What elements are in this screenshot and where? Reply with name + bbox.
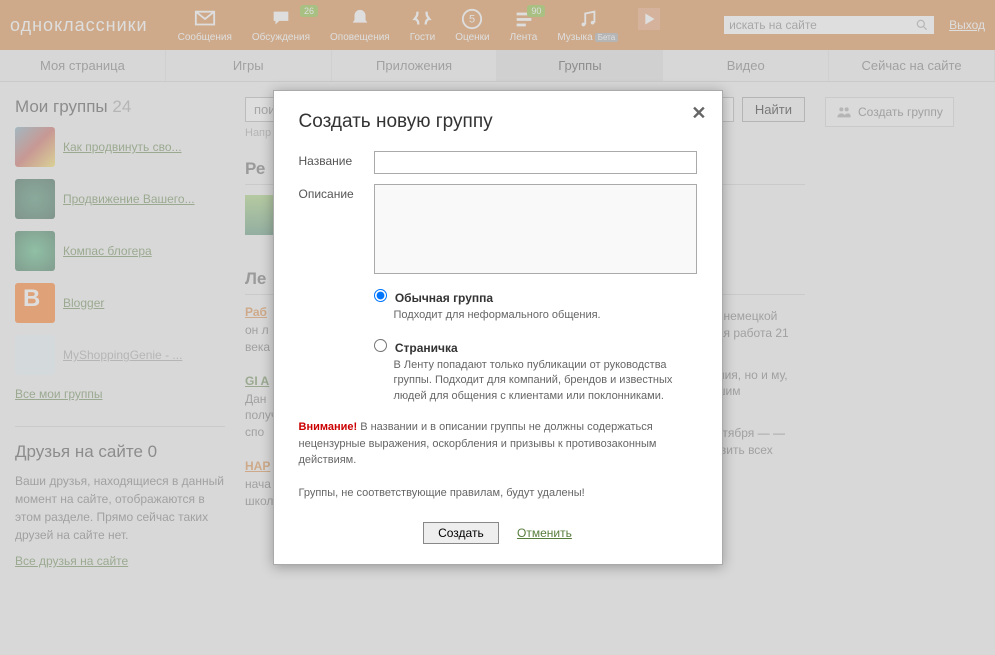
radio-page-desc: В Ленту попадают только публикации от ру… [394, 358, 697, 404]
radio-page[interactable] [374, 339, 387, 352]
cancel-link[interactable]: Отменить [517, 526, 572, 540]
modal-overlay[interactable]: ✕ Создать новую группу Название Описание… [0, 0, 995, 655]
group-name-input[interactable] [374, 151, 697, 174]
radio-normal-desc: Подходит для неформального общения. [394, 308, 697, 323]
warning-text: Внимание! В названии и в описании группы… [299, 419, 697, 502]
submit-button[interactable]: Создать [423, 522, 499, 544]
radio-page-label[interactable]: Страничка [395, 341, 458, 355]
create-group-modal: ✕ Создать новую группу Название Описание… [273, 90, 723, 564]
group-desc-input[interactable] [374, 184, 697, 274]
desc-label: Описание [299, 184, 374, 274]
name-label: Название [299, 151, 374, 174]
radio-normal-label[interactable]: Обычная группа [395, 291, 493, 305]
modal-actions: Создать Отменить [299, 522, 697, 544]
close-icon[interactable]: ✕ [691, 103, 706, 124]
modal-title: Создать новую группу [299, 111, 697, 133]
group-type-radios: Обычная группа Подходит для неформальног… [374, 289, 697, 404]
radio-normal-group[interactable] [374, 289, 387, 302]
